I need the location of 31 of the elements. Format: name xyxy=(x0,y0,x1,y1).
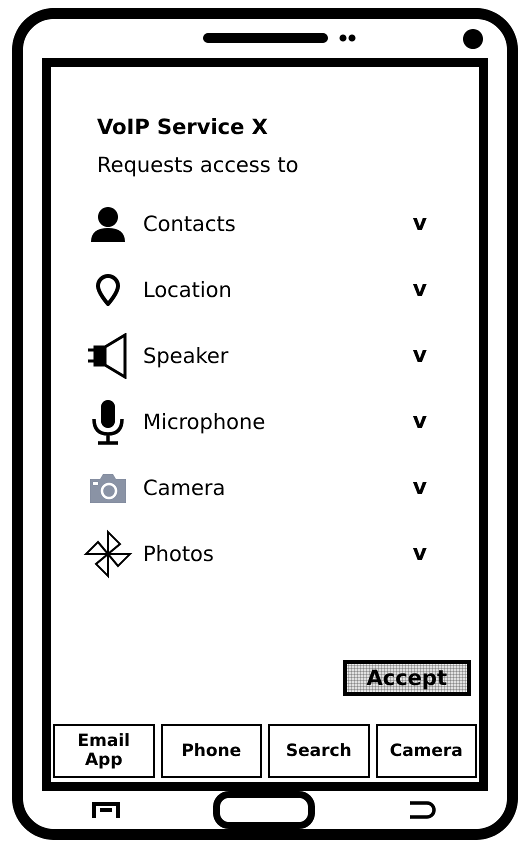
accept-button[interactable]: Accept xyxy=(342,660,471,696)
loudspeaker-icon xyxy=(87,332,129,379)
app-title: VoIP Service X xyxy=(97,114,269,139)
map-pin-icon xyxy=(96,274,120,306)
back-icon[interactable] xyxy=(407,800,437,820)
request-text: Requests access to xyxy=(97,152,300,177)
app-shortcut-button[interactable]: Search xyxy=(268,724,370,778)
check-mark: v xyxy=(412,409,427,434)
permission-label: Microphone xyxy=(143,410,266,434)
check-mark: v xyxy=(412,475,427,500)
check-mark: v xyxy=(412,343,427,368)
permission-label: Contacts xyxy=(143,212,237,236)
pinwheel-icon xyxy=(82,528,134,579)
app-shortcut-button[interactable]: Email App xyxy=(53,724,154,778)
check-mark: v xyxy=(412,211,427,236)
app-shortcut-button[interactable]: Camera xyxy=(376,724,477,778)
front-camera-icon xyxy=(463,29,483,49)
permission-label: Camera xyxy=(143,476,226,500)
permission-label: Location xyxy=(143,278,233,302)
speaker-slot-icon xyxy=(203,33,328,43)
recent-apps-icon[interactable] xyxy=(91,801,121,819)
microphone-icon xyxy=(90,398,126,445)
home-button[interactable] xyxy=(213,791,315,829)
permission-label: Photos xyxy=(143,542,215,566)
app-shortcut-button[interactable]: Phone xyxy=(160,724,262,778)
camera-icon xyxy=(88,472,128,504)
permission-label: Speaker xyxy=(143,344,230,368)
check-mark: v xyxy=(412,541,427,566)
check-mark: v xyxy=(412,277,427,302)
person-icon xyxy=(89,206,127,242)
sensor-dots-icon xyxy=(339,34,357,42)
